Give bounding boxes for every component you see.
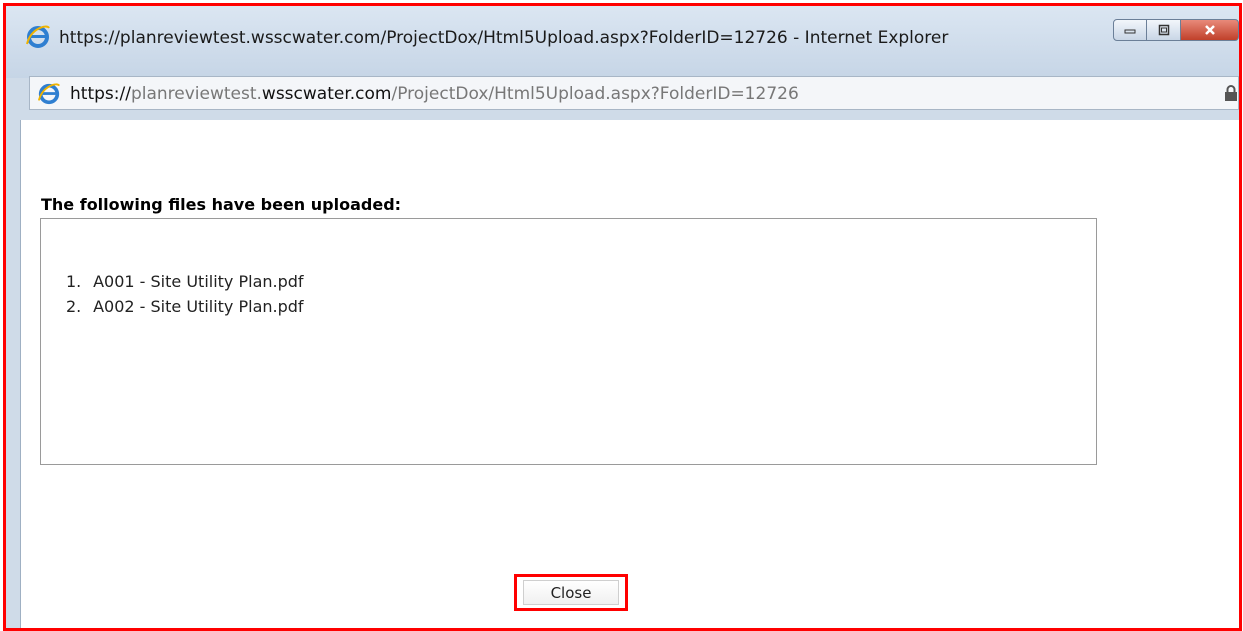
ie-icon <box>26 25 50 48</box>
list-item: 2. A002 - Site Utility Plan.pdf <box>66 294 304 319</box>
close-button-label: Close <box>550 583 592 602</box>
maximize-button[interactable] <box>1147 19 1181 41</box>
file-name: A001 - Site Utility Plan.pdf <box>93 272 304 291</box>
ie-icon <box>37 83 60 105</box>
url-host-dark: wsscwater.com <box>261 84 392 104</box>
url-host-light: planreviewtest. <box>130 84 262 104</box>
maximize-icon <box>1158 24 1169 36</box>
lock-icon <box>1225 85 1237 101</box>
uploaded-files-heading: The following files have been uploaded: <box>41 195 402 214</box>
close-button-highlight: Close <box>514 574 628 611</box>
upload-results-dialog: The following files have been uploaded: … <box>20 120 1239 628</box>
window-controls <box>1113 19 1239 41</box>
url-path: /ProjectDox/Html5Upload.aspx?FolderID=12… <box>391 84 799 104</box>
close-button[interactable]: Close <box>523 580 619 605</box>
address-bar[interactable]: https://planreviewtest.wsscwater.com/Pro… <box>29 76 1239 110</box>
address-url: https://planreviewtest.wsscwater.com/Pro… <box>70 84 799 104</box>
window-title: https://planreviewtest.wsscwater.com/Pro… <box>59 28 949 48</box>
close-icon <box>1204 25 1215 35</box>
file-name: A002 - Site Utility Plan.pdf <box>93 297 304 316</box>
list-item: 1. A001 - Site Utility Plan.pdf <box>66 269 304 294</box>
window-titlebar: https://planreviewtest.wsscwater.com/Pro… <box>6 6 1239 78</box>
list-item-number: 2. <box>66 297 82 316</box>
list-item-number: 1. <box>66 272 82 291</box>
uploaded-files-box: 1. A001 - Site Utility Plan.pdf 2. A002 … <box>40 218 1097 465</box>
uploaded-files-list: 1. A001 - Site Utility Plan.pdf 2. A002 … <box>66 269 304 319</box>
minimize-button[interactable] <box>1113 19 1147 41</box>
minimize-icon <box>1124 29 1136 34</box>
url-scheme: https:// <box>70 84 131 104</box>
window-close-button[interactable] <box>1181 19 1239 41</box>
browser-window: https://planreviewtest.wsscwater.com/Pro… <box>3 3 1242 631</box>
